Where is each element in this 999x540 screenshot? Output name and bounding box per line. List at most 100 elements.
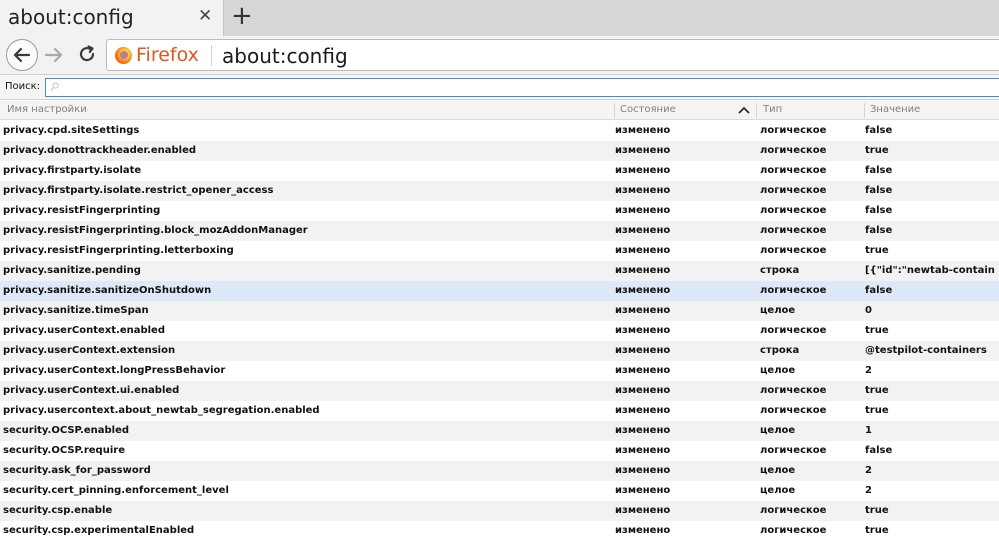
pref-value-cell: true (865, 245, 889, 256)
pref-name-cell: privacy.firstparty.isolate (3, 165, 142, 176)
pref-state-cell: изменено (615, 265, 671, 276)
pref-value-cell: false (865, 185, 893, 196)
pref-state-cell: изменено (615, 205, 671, 216)
pref-state-cell: изменено (615, 145, 671, 156)
pref-value-cell: 2 (865, 465, 872, 476)
new-tab-button[interactable]: + (231, 1, 253, 31)
pref-type-cell: логическое (760, 165, 827, 176)
pref-state-cell: изменено (615, 365, 671, 376)
table-row[interactable]: privacy.userContext.enabled изменено логич… (0, 321, 999, 341)
table-row[interactable]: privacy.userContext.ui.enabled изменено ло… (0, 381, 999, 401)
pref-state-cell: изменено (615, 445, 671, 456)
table-row[interactable]: privacy.sanitize.timeSpan изменено целое 0 (0, 301, 999, 321)
pref-value-cell: true (865, 525, 889, 536)
pref-name-cell: privacy.usercontext.about_newtab_segrega… (3, 405, 320, 416)
url-bar[interactable]: Firefox about:config (106, 39, 999, 71)
pref-state-cell: изменено (615, 505, 671, 516)
table-row[interactable]: security.OCSP.require изменено логическое f… (0, 441, 999, 461)
pref-type-cell: целое (760, 485, 796, 496)
table-row[interactable]: security.csp.experimentalEnabled изменено… (0, 521, 999, 540)
pref-type-cell: целое (760, 425, 796, 436)
column-header-state[interactable]: Состояние (620, 104, 676, 115)
table-row[interactable]: privacy.sanitize.sanitizeOnShutdown измен… (0, 281, 999, 301)
close-tab-icon[interactable]: ✕ (198, 6, 212, 26)
table-row[interactable]: security.OCSP.enabled изменено целое 1 (0, 421, 999, 441)
search-icon (50, 82, 59, 91)
pref-value-cell: 2 (865, 485, 872, 496)
column-header-value[interactable]: Значение (870, 104, 920, 115)
pref-value-cell: true (865, 145, 889, 156)
pref-name-cell: security.csp.enable (3, 505, 113, 516)
pref-name-cell: security.OCSP.enabled (3, 425, 130, 436)
table-row[interactable]: privacy.userContext.extension изменено стр… (0, 341, 999, 361)
table-row[interactable]: privacy.resistFingerprinting.letterboxin… (0, 241, 999, 261)
pref-state-cell: изменено (615, 465, 671, 476)
pref-state-cell: изменено (615, 285, 671, 296)
url-divider (211, 45, 212, 66)
pref-value-cell: false (865, 165, 893, 176)
pref-name-cell: privacy.sanitize.pending (3, 265, 141, 276)
pref-type-cell: логическое (760, 405, 827, 416)
pref-state-cell: изменено (615, 245, 671, 256)
table-row[interactable]: privacy.firstparty.isolate изменено логиче… (0, 161, 999, 181)
table-row[interactable]: privacy.resistFingerprinting.block_mozAd… (0, 221, 999, 241)
pref-type-cell: строка (760, 345, 800, 356)
table-row[interactable]: security.ask_for_password изменено целое 2 (0, 461, 999, 481)
column-divider[interactable] (864, 103, 865, 118)
navigation-bar: Firefox about:config (0, 36, 999, 75)
table-row[interactable]: security.csp.enable изменено логическое tru… (0, 501, 999, 521)
pref-state-cell: изменено (615, 525, 671, 536)
column-header-type[interactable]: Тип (763, 104, 782, 115)
column-header-name[interactable]: Имя настройки (7, 104, 87, 115)
pref-type-cell: логическое (760, 385, 827, 396)
table-row[interactable]: privacy.resistFingerprinting изменено логи… (0, 201, 999, 221)
reload-button[interactable] (76, 43, 98, 65)
pref-value-cell: 0 (865, 305, 872, 316)
pref-value-cell: false (865, 225, 893, 236)
pref-name-cell: privacy.resistFingerprinting (3, 205, 161, 216)
table-row[interactable]: privacy.usercontext.about_newtab_segrega… (0, 401, 999, 421)
pref-value-cell: true (865, 385, 889, 396)
pref-name-cell: security.csp.experimentalEnabled (3, 525, 195, 536)
tab-strip: about:config ✕ + (0, 0, 999, 36)
table-row[interactable]: privacy.donottrackheader.enabled изменено… (0, 141, 999, 161)
pref-state-cell: изменено (615, 125, 671, 136)
pref-type-cell: логическое (760, 325, 827, 336)
pref-name-cell: privacy.sanitize.sanitizeOnShutdown (3, 285, 212, 296)
pref-value-cell: false (865, 445, 893, 456)
search-label: Поиск: (5, 81, 41, 92)
pref-name-cell: privacy.resistFingerprinting.block_mozAd… (3, 225, 308, 236)
pref-name-cell: privacy.firstparty.isolate.restrict_open… (3, 185, 274, 196)
back-arrow-icon (13, 47, 31, 63)
table-row[interactable]: privacy.userContext.longPressBehavior изм… (0, 361, 999, 381)
pref-state-cell: изменено (615, 165, 671, 176)
tab-about-config[interactable]: about:config ✕ (0, 0, 224, 36)
pref-name-cell: privacy.sanitize.timeSpan (3, 305, 149, 316)
pref-name-cell: privacy.userContext.longPressBehavior (3, 365, 226, 376)
pref-value-cell: @testpilot-containers (865, 345, 987, 356)
forward-button[interactable] (42, 43, 66, 67)
column-divider[interactable] (614, 103, 615, 118)
table-row[interactable]: privacy.sanitize.pending изменено строка [{… (0, 261, 999, 281)
pref-value-cell: true (865, 405, 889, 416)
search-input[interactable] (45, 78, 999, 97)
pref-type-cell: строка (760, 265, 800, 276)
table-row[interactable]: privacy.cpd.siteSettings изменено логическ… (0, 121, 999, 141)
pref-name-cell: privacy.userContext.enabled (3, 325, 165, 336)
pref-name-cell: privacy.userContext.ui.enabled (3, 385, 180, 396)
table-header: Имя настройки Состояние Тип Значение (0, 101, 999, 120)
pref-value-cell: 1 (865, 425, 872, 436)
identity-label: Firefox (136, 44, 199, 66)
pref-type-cell: целое (760, 465, 796, 476)
url-text[interactable]: about:config (222, 44, 348, 68)
back-button[interactable] (6, 39, 38, 71)
pref-state-cell: изменено (615, 305, 671, 316)
pref-value-cell: false (865, 205, 893, 216)
pref-name-cell: security.cert_pinning.enforcement_level (3, 485, 229, 496)
column-divider[interactable] (756, 103, 757, 118)
table-row[interactable]: security.cert_pinning.enforcement_level и… (0, 481, 999, 501)
pref-type-cell: логическое (760, 505, 827, 516)
table-row[interactable]: privacy.firstparty.isolate.restrict_open… (0, 181, 999, 201)
pref-value-cell: [{"id":"newtab-contain (865, 265, 995, 276)
pref-name-cell: privacy.resistFingerprinting.letterboxin… (3, 245, 234, 256)
